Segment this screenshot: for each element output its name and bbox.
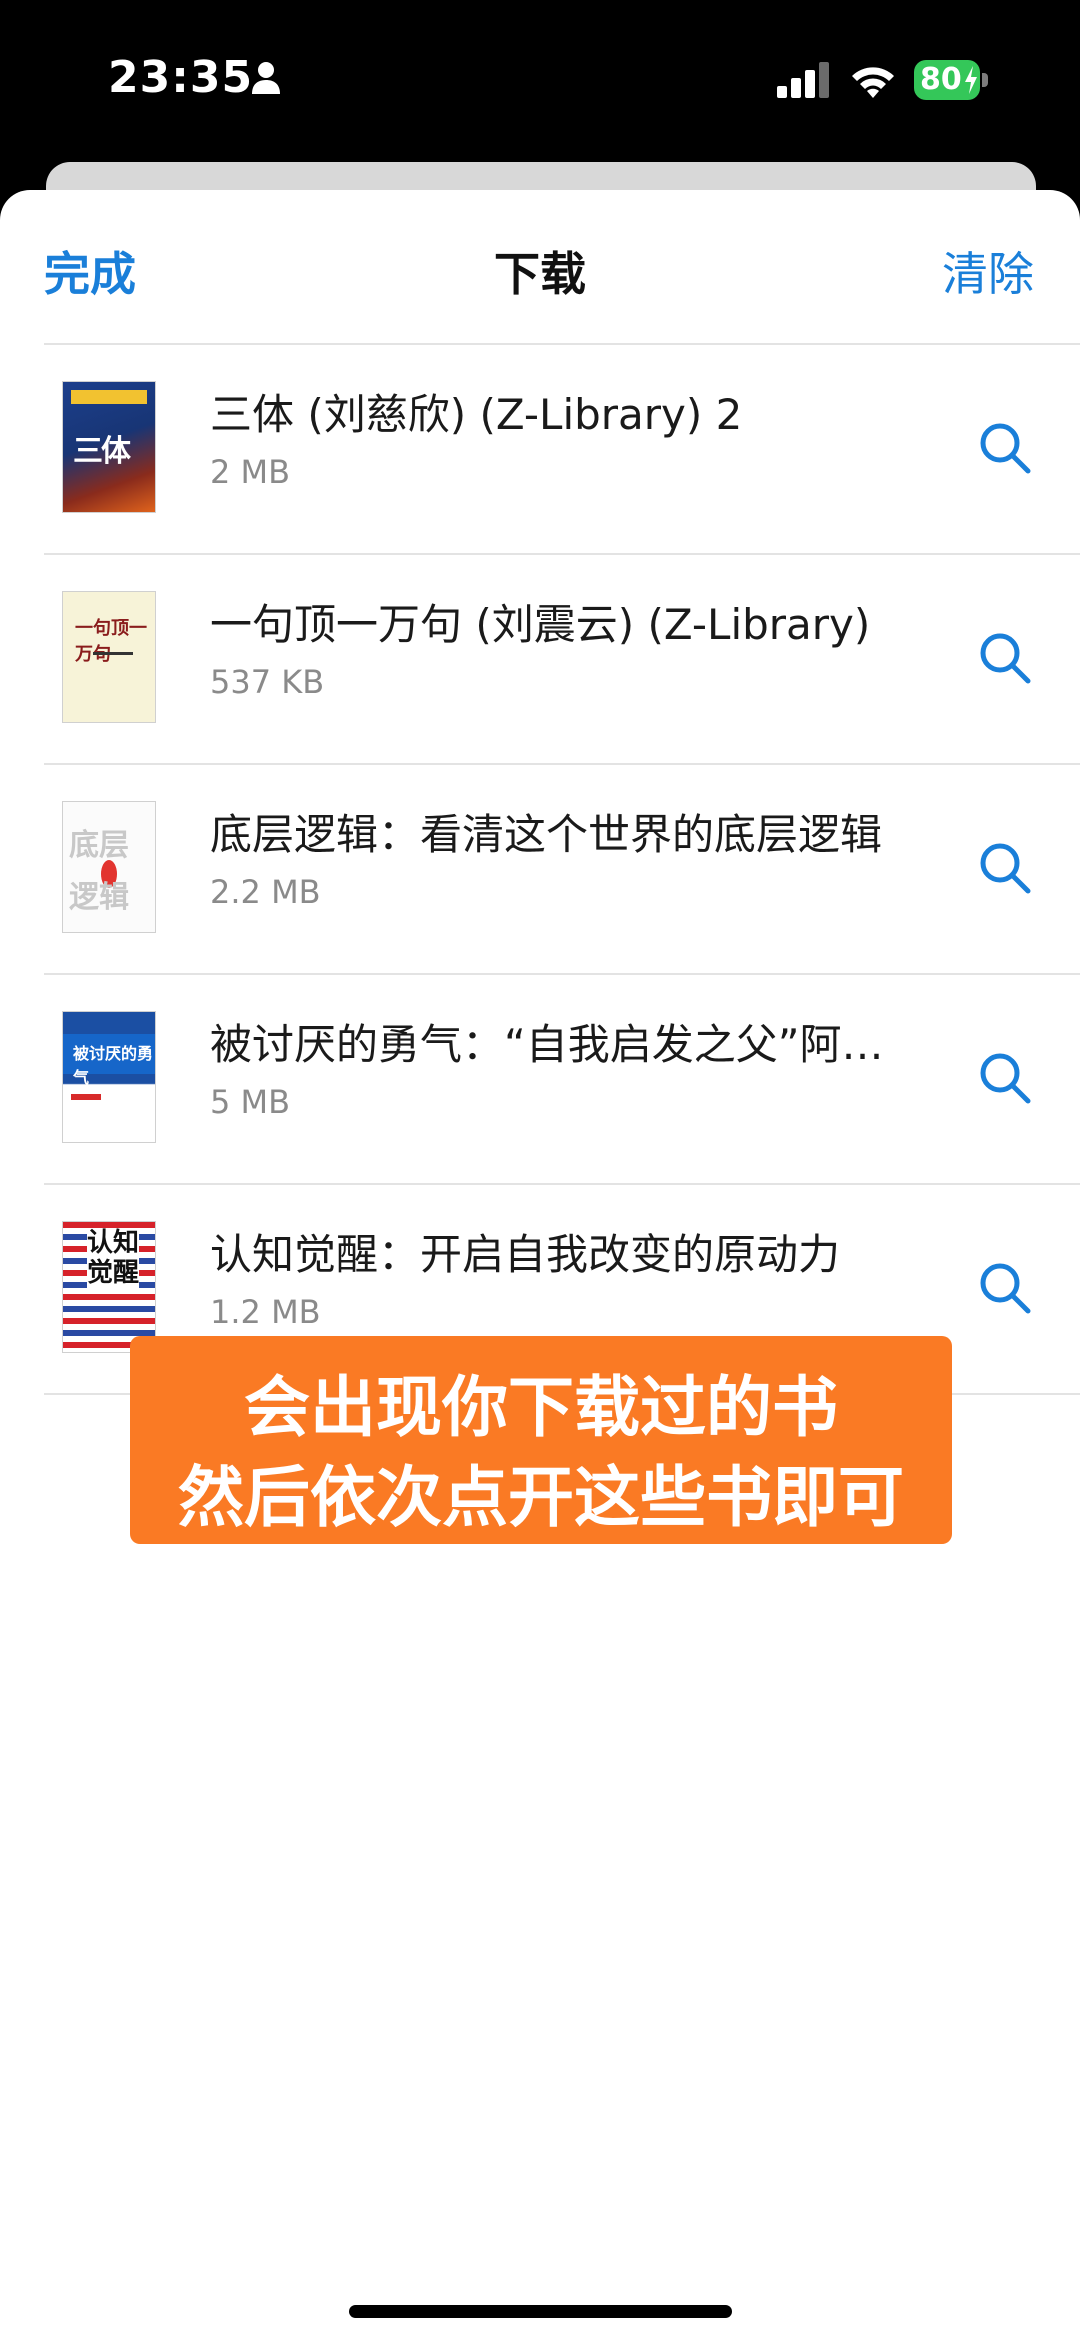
divider	[44, 553, 1080, 555]
downloads-sheet: 完成 下载 清除 三体 三体 (刘慈欣) (Z-Library) 2 2 MB …	[0, 190, 1080, 2341]
book-cover: 三体	[62, 381, 156, 513]
list-item[interactable]: 三体 三体 (刘慈欣) (Z-Library) 2 2 MB	[0, 343, 1080, 553]
status-time: 23:35	[108, 52, 254, 103]
file-size: 1.2 MB	[210, 1293, 321, 1331]
search-icon[interactable]	[978, 421, 1032, 475]
battery-cap	[982, 73, 988, 87]
search-icon[interactable]	[978, 1051, 1032, 1105]
home-indicator[interactable]	[349, 2305, 732, 2318]
divider	[44, 1183, 1080, 1185]
charging-bolt-icon	[965, 66, 977, 94]
book-cover: 底层 逻辑	[62, 801, 156, 933]
cover-title: 三体	[73, 434, 131, 469]
search-icon[interactable]	[978, 631, 1032, 685]
book-title: 认知觉醒：开启自我改变的原动力	[210, 1230, 841, 1279]
search-icon[interactable]	[978, 1261, 1032, 1315]
wifi-icon	[852, 67, 894, 98]
page-title: 下载	[494, 247, 586, 301]
book-cover: 认知觉醒	[62, 1221, 156, 1353]
downloads-list: 三体 三体 (刘慈欣) (Z-Library) 2 2 MB 一句顶一万句 一句…	[0, 343, 1080, 1395]
book-cover: 一句顶一万句	[62, 591, 156, 723]
person-icon	[252, 62, 280, 94]
list-item[interactable]: 底层 逻辑 底层逻辑：看清这个世界的底层逻辑 2.2 MB	[0, 763, 1080, 973]
search-icon[interactable]	[978, 841, 1032, 895]
battery-icon: 80	[914, 60, 988, 100]
file-size: 5 MB	[210, 1083, 291, 1121]
cover-title: 逻辑	[69, 880, 129, 915]
signal-icon	[777, 62, 829, 98]
book-title: 被讨厌的勇气：“自我启发之父”阿德勒的哲学课	[210, 1020, 910, 1069]
caption-line-1: 会出现你下载过的书	[244, 1369, 838, 1446]
divider	[44, 973, 1080, 975]
list-item[interactable]: 一句顶一万句 一句顶一万句 (刘震云) (Z-Library) 537 KB	[0, 553, 1080, 763]
divider	[44, 763, 1080, 765]
tutorial-caption: 会出现你下载过的书 然后依次点开这些书即可	[130, 1336, 952, 1544]
list-item[interactable]: 被讨厌的勇气 被讨厌的勇气：“自我启发之父”阿德勒的哲学课 5 MB	[0, 973, 1080, 1183]
file-size: 2.2 MB	[210, 873, 321, 911]
cover-title: 认知觉醒	[87, 1228, 140, 1288]
book-cover: 被讨厌的勇气	[62, 1011, 156, 1143]
book-title: 一句顶一万句 (刘震云) (Z-Library)	[210, 600, 871, 649]
file-size: 2 MB	[210, 453, 291, 491]
status-bar: 23:35 80	[0, 0, 1080, 150]
file-size: 537 KB	[210, 663, 325, 701]
book-title: 三体 (刘慈欣) (Z-Library) 2	[210, 390, 743, 439]
clear-button[interactable]: 清除	[942, 238, 1034, 304]
divider	[44, 343, 1080, 345]
cover-title: 被讨厌的勇气	[73, 1044, 154, 1087]
book-title: 底层逻辑：看清这个世界的底层逻辑	[210, 810, 883, 859]
cover-title: 底层	[69, 828, 129, 863]
caption-line-2: 然后依次点开这些书即可	[178, 1459, 904, 1536]
cover-title: 一句顶一万句	[75, 618, 147, 665]
nav-bar: 完成 下载 清除	[0, 190, 1080, 340]
